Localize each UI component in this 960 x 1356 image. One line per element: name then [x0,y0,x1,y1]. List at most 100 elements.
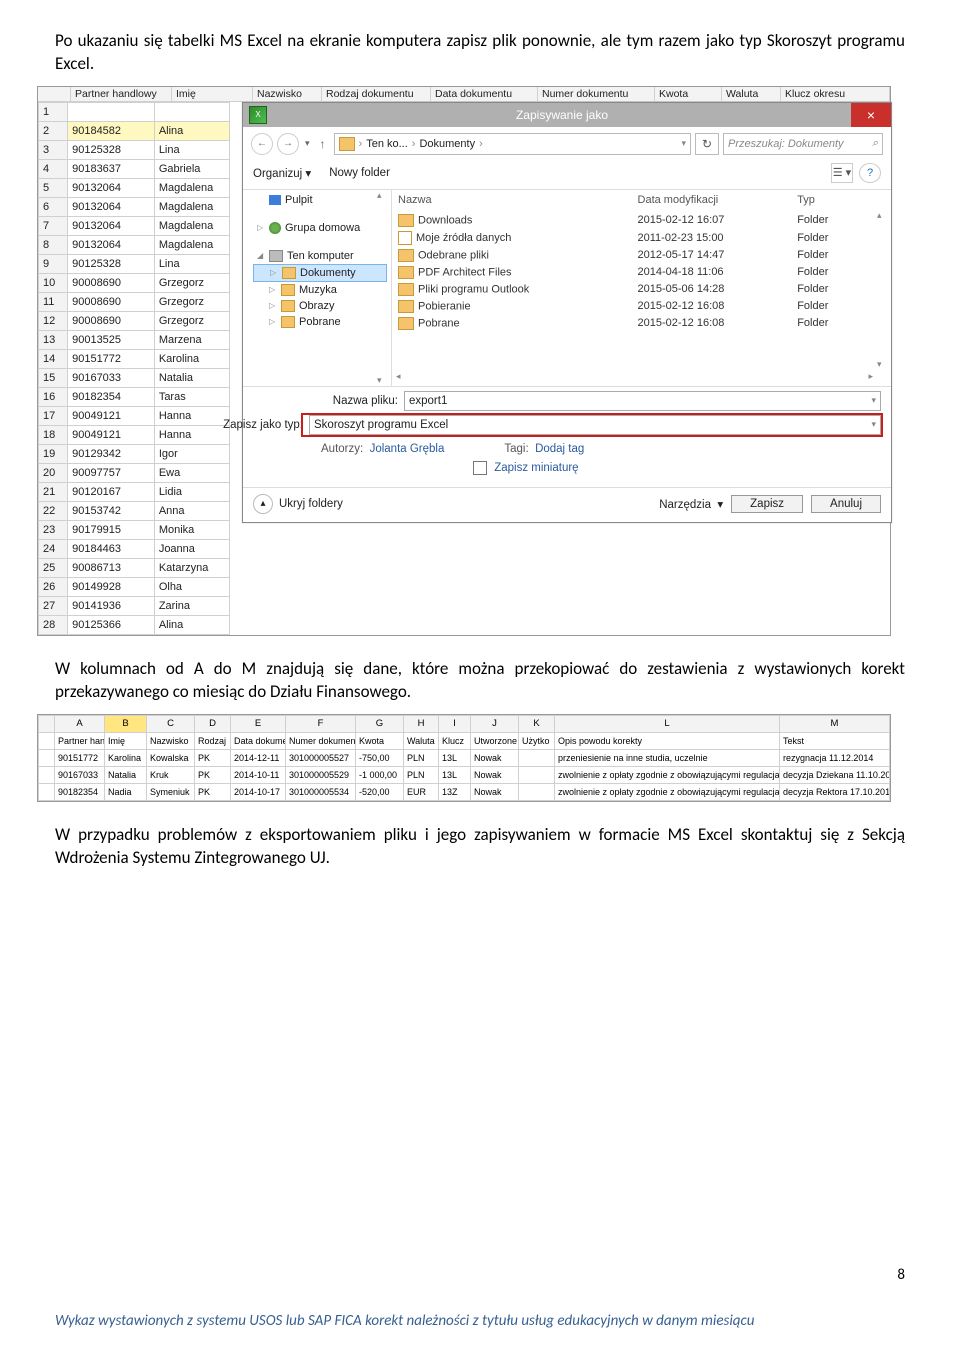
cell-partner: 90153742 [68,501,155,520]
tags-value[interactable]: Dodaj tag [535,443,584,455]
excel-row: 2190120167Lidia [39,482,230,501]
cell-imie [154,102,229,121]
file-row[interactable]: Downloads2015-02-12 16:07Folder [392,212,891,229]
savetype-input[interactable]: Skoroszyt programu Excel ▾ [309,415,881,435]
col-rodzaj: Rodzaj dokumentu [322,87,431,101]
nav-up-icon[interactable]: ↑ [316,137,330,151]
cell: decyzja Rektora 17.10.2014 [780,783,890,800]
folder-tree[interactable]: Pulpit ▷Grupa domowa ◢Ten komputer ▷Doku… [243,190,392,386]
tools-menu[interactable]: Narzędzia ▾ [659,497,723,511]
cell-partner: 90097757 [68,463,155,482]
excel-row: 290184582Alina [39,121,230,140]
cell-partner: 90179915 [68,520,155,539]
crumb-1[interactable]: Ten ko... [366,138,408,150]
file-row[interactable]: Pliki programu Outlook2015-05-06 14:28Fo… [392,281,891,298]
crumb-2[interactable]: Dokumenty [419,138,475,150]
tree-scrollbar[interactable]: ▴▾ [377,190,391,386]
savetype-label: Zapisz jako typ: [208,419,309,431]
hide-folders-button[interactable]: ▴ Ukryj foldery [253,494,343,514]
chevron-down-icon[interactable]: ▾ [871,419,876,430]
excel-row: 1990129342Igor [39,444,230,463]
cell: -520,00 [356,783,404,800]
file-list[interactable]: Nazwa Data modyfikacji Typ Downloads2015… [392,190,891,384]
cell-imie: Anna [154,501,229,520]
col-letter: L [555,715,780,732]
save-button[interactable]: Zapisz [731,495,803,513]
col-letter: I [439,715,471,732]
table-row: 90182354NadiaSymeniukPK2014-10-173010000… [39,783,890,800]
dialog-toolbar: Organizuj ▾ Nowy folder ☰ ▾ ? [243,161,891,190]
cell-partner: 90008690 [68,273,155,292]
row-number: 16 [39,387,68,406]
organize-menu[interactable]: Organizuj ▾ [253,166,311,180]
cell-partner: 90120167 [68,482,155,501]
close-icon[interactable]: × [851,103,891,127]
file-col-date[interactable]: Data modyfikacji [632,192,792,212]
help-icon[interactable]: ? [859,163,881,183]
file-row[interactable]: Odebrane pliki2012-05-17 14:47Folder [392,247,891,264]
col-letter: A [55,715,105,732]
cell-partner: 90008690 [68,311,155,330]
dialog-footer: ▴ Ukryj foldery Narzędzia ▾ Zapisz Anulu… [243,487,891,522]
search-input[interactable]: Przeszukaj: Dokumenty ⌕ [723,133,883,155]
row-number: 10 [39,273,68,292]
cell: -750,00 [356,749,404,766]
filename-label: Nazwa pliku: [303,395,404,407]
tree-item-grupa[interactable]: ▷Grupa domowa [253,220,387,236]
file-row[interactable]: Moje źródła danych2011-02-23 15:00Folder [392,229,891,247]
breadcrumb[interactable]: › Ten ko... › Dokumenty › ▾ [334,133,691,155]
cell: 2014-10-11 [231,766,286,783]
tree-item-obrazy[interactable]: ▷Obrazy [253,298,387,314]
file-row[interactable]: Pobrane2015-02-12 16:08Folder [392,315,891,332]
cell-imie: Karolina [154,349,229,368]
chevron-down-icon[interactable]: ▾ [871,395,876,406]
files-scrollbar-v[interactable]: ▴▾ [877,210,891,370]
chevron-down-icon[interactable]: ▾ [681,138,686,149]
dialog-nav-row: ← → ▾ ↑ › Ten ko... › Dokumenty › ▾ [243,127,891,161]
file-row[interactable]: PDF Architect Files2014-04-18 11:06Folde… [392,264,891,281]
tree-item-komputer[interactable]: ◢Ten komputer [253,248,387,264]
nav-back-icon[interactable]: ← [251,133,273,155]
cell-partner: 90132064 [68,216,155,235]
file-col-type[interactable]: Typ [791,192,891,212]
files-scrollbar-h[interactable]: ◂▸ [392,370,877,384]
folder-icon [281,284,295,296]
cell-partner: 90125328 [68,254,155,273]
file-row[interactable]: Pobieranie2015-02-12 16:08Folder [392,298,891,315]
excel-row: 1890049121Hanna [39,425,230,444]
tree-item-pobrane[interactable]: ▷Pobrane [253,314,387,330]
cell-partner: 90125328 [68,140,155,159]
tree-item-pulpit[interactable]: Pulpit [253,192,387,208]
col-letter: M [780,715,890,732]
file-col-name[interactable]: Nazwa [392,192,632,212]
row-number: 2 [39,121,68,140]
cell-imie: Alina [154,121,229,140]
cell-partner: 90149928 [68,577,155,596]
filename-input[interactable]: export1 ▾ [404,391,881,411]
cell-imie: Joanna [154,539,229,558]
new-folder-button[interactable]: Nowy folder [329,167,390,179]
cell-partner: 90132064 [68,235,155,254]
col-letter: F [286,715,356,732]
thumbnail-checkbox[interactable] [473,461,487,475]
view-options-icon[interactable]: ☰ ▾ [831,163,853,183]
folder-icon [398,231,412,245]
cancel-button[interactable]: Anuluj [811,495,881,513]
cell-partner [68,102,155,121]
row-number: 28 [39,615,68,634]
nav-history-dropdown[interactable]: ▾ [303,138,312,149]
col-header: Rodzaj [195,732,231,749]
col-header: Nazwisko [147,732,195,749]
refresh-icon[interactable]: ↻ [695,133,719,155]
cell: Nowak [471,749,519,766]
row-number: 25 [39,558,68,577]
col-letter: J [471,715,519,732]
nav-forward-icon[interactable]: → [277,133,299,155]
col-header: Data dokumentu [231,732,286,749]
cell-partner: 90008690 [68,292,155,311]
cell-partner: 90013525 [68,330,155,349]
cell: 301000005529 [286,766,356,783]
authors-value[interactable]: Jolanta Grębla [370,443,445,455]
tree-item-muzyka[interactable]: ▷Muzyka [253,282,387,298]
tree-item-dokumenty[interactable]: ▷Dokumenty [253,264,387,282]
